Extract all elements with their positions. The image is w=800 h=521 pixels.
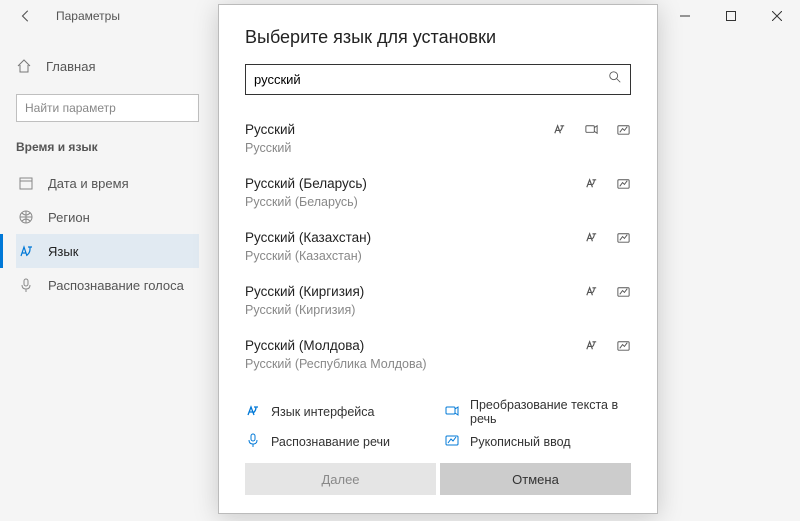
display-language-icon [583,175,599,191]
language-native-name: Русский (Республика Молдова) [245,357,631,371]
language-result[interactable]: Русский (Молдова) Русский (Республика Мол… [245,329,631,383]
handwriting-icon [615,175,631,191]
handwriting-icon [615,337,631,353]
language-name: Русский (Казахстан) [245,230,583,245]
sidebar-item-region[interactable]: Регион [16,200,199,234]
legend: Язык интерфейса Преобразование текста в … [245,390,631,463]
home-icon [16,58,32,74]
sidebar-item-label: Распознавание голоса [48,278,184,293]
feature-icons [583,175,631,191]
search-icon [608,70,622,89]
sidebar-item-speech[interactable]: Распознавание голоса [16,268,199,302]
sidebar-home[interactable]: Главная [16,52,199,80]
tts-icon [583,121,599,137]
language-result[interactable]: Русский Русский [245,113,631,167]
dialog-title: Выберите язык для установки [245,27,631,48]
minimize-icon [680,11,690,21]
display-language-icon [583,229,599,245]
language-result[interactable]: Русский (Беларусь) Русский (Беларусь) [245,167,631,221]
handwriting-icon [444,432,460,451]
sidebar-item-label: Дата и время [48,176,129,191]
next-button[interactable]: Далее [245,463,436,495]
language-name: Русский (Киргизия) [245,284,583,299]
language-name: Русский [245,122,551,137]
legend-hand: Рукописный ввод [444,432,631,451]
close-icon [772,11,782,21]
cancel-button[interactable]: Отмена [440,463,631,495]
sidebar-item-datetime[interactable]: Дата и время [16,166,199,200]
tts-icon [444,403,460,422]
maximize-button[interactable] [708,0,754,32]
legend-speech: Распознавание речи [245,432,432,451]
sidebar-item-label: Язык [48,244,78,259]
feature-icons [551,121,631,137]
close-button[interactable] [754,0,800,32]
legend-label: Рукописный ввод [470,435,571,449]
calendar-icon [18,175,34,191]
feature-icons [583,229,631,245]
language-native-name: Русский (Казахстан) [245,249,631,263]
dialog-buttons: Далее Отмена [245,463,631,495]
handwriting-icon [615,229,631,245]
globe-icon [18,209,34,225]
settings-search[interactable]: Найти параметр [16,94,199,122]
sidebar-category: Время и язык [16,140,199,154]
app-title: Параметры [56,9,120,23]
display-language-icon [583,337,599,353]
sidebar-item-language[interactable]: Язык [16,234,199,268]
window-controls [662,0,800,32]
feature-icons [583,283,631,299]
sidebar: Главная Найти параметр Время и язык Дата… [0,52,215,302]
language-native-name: Русский (Киргизия) [245,303,631,317]
sidebar-item-label: Регион [48,210,90,225]
display-language-icon [551,121,567,137]
display-language-icon [245,403,261,422]
legend-label: Распознавание речи [271,435,390,449]
language-search[interactable] [245,64,631,95]
handwriting-icon [615,283,631,299]
sidebar-home-label: Главная [46,59,95,74]
language-search-input[interactable] [254,72,608,87]
legend-label: Преобразование текста в речь [470,398,631,426]
language-native-name: Русский (Беларусь) [245,195,631,209]
language-icon [18,243,34,259]
back-button[interactable] [14,4,38,28]
feature-icons [583,337,631,353]
legend-label: Язык интерфейса [271,405,374,419]
speech-recognition-icon [245,432,261,451]
display-language-icon [583,283,599,299]
handwriting-icon [615,121,631,137]
language-name: Русский (Беларусь) [245,176,583,191]
legend-tts: Преобразование текста в речь [444,398,631,426]
language-result[interactable]: Русский (Казахстан) Русский (Казахстан) [245,221,631,275]
maximize-icon [726,11,736,21]
language-name: Русский (Молдова) [245,338,583,353]
language-native-name: Русский [245,141,631,155]
minimize-button[interactable] [662,0,708,32]
arrow-left-icon [19,9,33,23]
legend-display: Язык интерфейса [245,398,432,426]
install-language-dialog: Выберите язык для установки РусскийРусск… [218,4,658,514]
language-result[interactable]: Русский (Киргизия) Русский (Киргизия) [245,275,631,329]
microphone-icon [18,277,34,293]
language-results: РусскийРусскийРусский (Беларусь)Русский … [245,113,631,390]
